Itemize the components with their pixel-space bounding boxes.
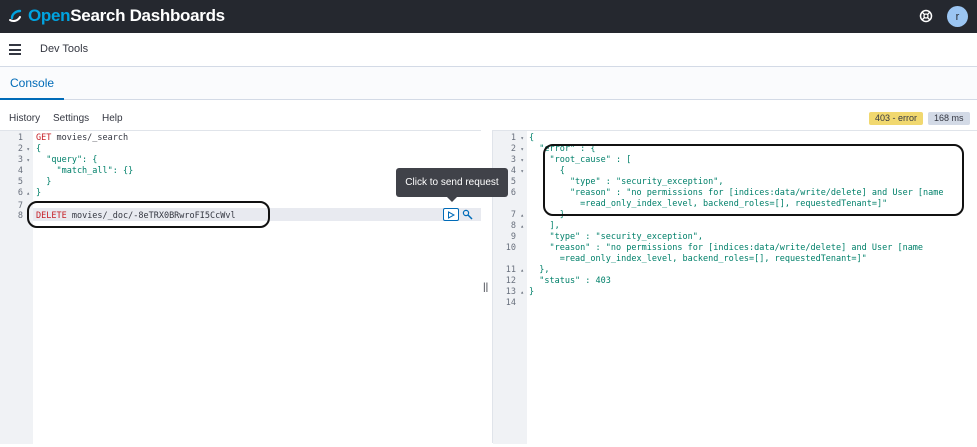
response-code-line: "type" : "security_exception", bbox=[529, 232, 703, 242]
response-time-badge: 168 ms bbox=[928, 112, 970, 125]
history-link[interactable]: History bbox=[9, 113, 40, 124]
request-code-text: "query": { bbox=[36, 155, 98, 165]
opensearch-logo-icon bbox=[9, 9, 22, 22]
app-header: Dev Tools bbox=[0, 33, 977, 67]
request-code-text: } bbox=[36, 177, 52, 187]
fold-toggle-icon[interactable]: ▴ bbox=[498, 287, 524, 298]
line-number: 5 bbox=[17, 177, 23, 187]
response-code-line: ], bbox=[529, 221, 560, 231]
fold-toggle-icon[interactable]: ▴ bbox=[4, 188, 30, 199]
help-link[interactable]: Help bbox=[102, 113, 123, 124]
request-code-line: { bbox=[36, 144, 41, 155]
line-number: 1 bbox=[17, 133, 23, 143]
status-badge: 403 - error bbox=[869, 112, 924, 125]
hamburger-icon[interactable] bbox=[9, 44, 21, 55]
line-number: 14 bbox=[505, 298, 516, 308]
annotation-outline-request bbox=[27, 201, 270, 228]
request-code-text: "match_all": {} bbox=[36, 166, 134, 176]
settings-link[interactable]: Settings bbox=[53, 113, 89, 124]
request-code-line: GET movies/_search bbox=[36, 133, 128, 144]
response-code-line: "reason" : "no permissions for [indices:… bbox=[529, 243, 924, 253]
response-code-line: =read_only_index_level, backend_roles=[]… bbox=[529, 254, 867, 264]
tooltip-arrow bbox=[447, 197, 457, 202]
fold-toggle-icon[interactable]: ▾ bbox=[4, 155, 30, 166]
wrench-icon[interactable] bbox=[462, 209, 473, 220]
request-code-line: "query": { bbox=[36, 155, 97, 166]
response-code-line: "status" : 403 bbox=[529, 276, 611, 286]
request-code-text: movies/_search bbox=[51, 133, 129, 143]
console-toolbar: History Settings Help bbox=[0, 108, 977, 130]
fold-toggle-icon[interactable]: ▾ bbox=[498, 133, 524, 144]
request-code-line: } bbox=[36, 188, 41, 199]
panel-resize-handle[interactable]: || bbox=[483, 282, 488, 293]
request-code-line: "match_all": {} bbox=[36, 166, 133, 177]
line-number: 9 bbox=[510, 232, 516, 242]
play-icon bbox=[448, 210, 455, 219]
request-code-line: } bbox=[36, 177, 51, 188]
line-number: 12 bbox=[505, 276, 516, 286]
annotation-outline-response bbox=[543, 144, 964, 216]
tab-bar: Console bbox=[0, 67, 977, 100]
brand-title-first: Open bbox=[28, 6, 71, 25]
response-code-line: } bbox=[529, 287, 535, 297]
request-code-text: { bbox=[36, 144, 42, 154]
http-method: GET bbox=[36, 133, 52, 143]
brand-title-second: Search Dashboards bbox=[70, 6, 225, 25]
fold-toggle-icon[interactable]: ▴ bbox=[498, 221, 524, 232]
tab-console[interactable]: Console bbox=[0, 67, 65, 100]
fold-toggle-icon[interactable]: ▴ bbox=[498, 265, 524, 276]
breadcrumb: Dev Tools bbox=[40, 43, 89, 55]
opensearch-logo[interactable]: OpenSearch Dashboards bbox=[6, 6, 225, 26]
send-request-tooltip: Click to send request bbox=[396, 168, 508, 197]
response-code-line: { bbox=[529, 133, 535, 143]
top-navigation-bar: OpenSearch Dashboards r bbox=[0, 0, 977, 33]
user-avatar[interactable]: r bbox=[947, 6, 968, 27]
fold-toggle-icon[interactable]: ▾ bbox=[498, 144, 524, 155]
help-icon[interactable] bbox=[918, 8, 934, 24]
line-number: 8 bbox=[17, 211, 23, 221]
fold-toggle-icon[interactable]: ▾ bbox=[498, 155, 524, 166]
line-number: 10 bbox=[505, 243, 516, 253]
send-request-button[interactable] bbox=[443, 208, 459, 221]
request-code-text: } bbox=[36, 188, 42, 198]
fold-toggle-icon[interactable]: ▴ bbox=[498, 210, 524, 221]
fold-toggle-icon[interactable]: ▾ bbox=[4, 144, 30, 155]
brand-title: OpenSearch Dashboards bbox=[28, 6, 225, 26]
response-code-line: }, bbox=[529, 265, 550, 275]
line-number: 4 bbox=[17, 166, 23, 176]
